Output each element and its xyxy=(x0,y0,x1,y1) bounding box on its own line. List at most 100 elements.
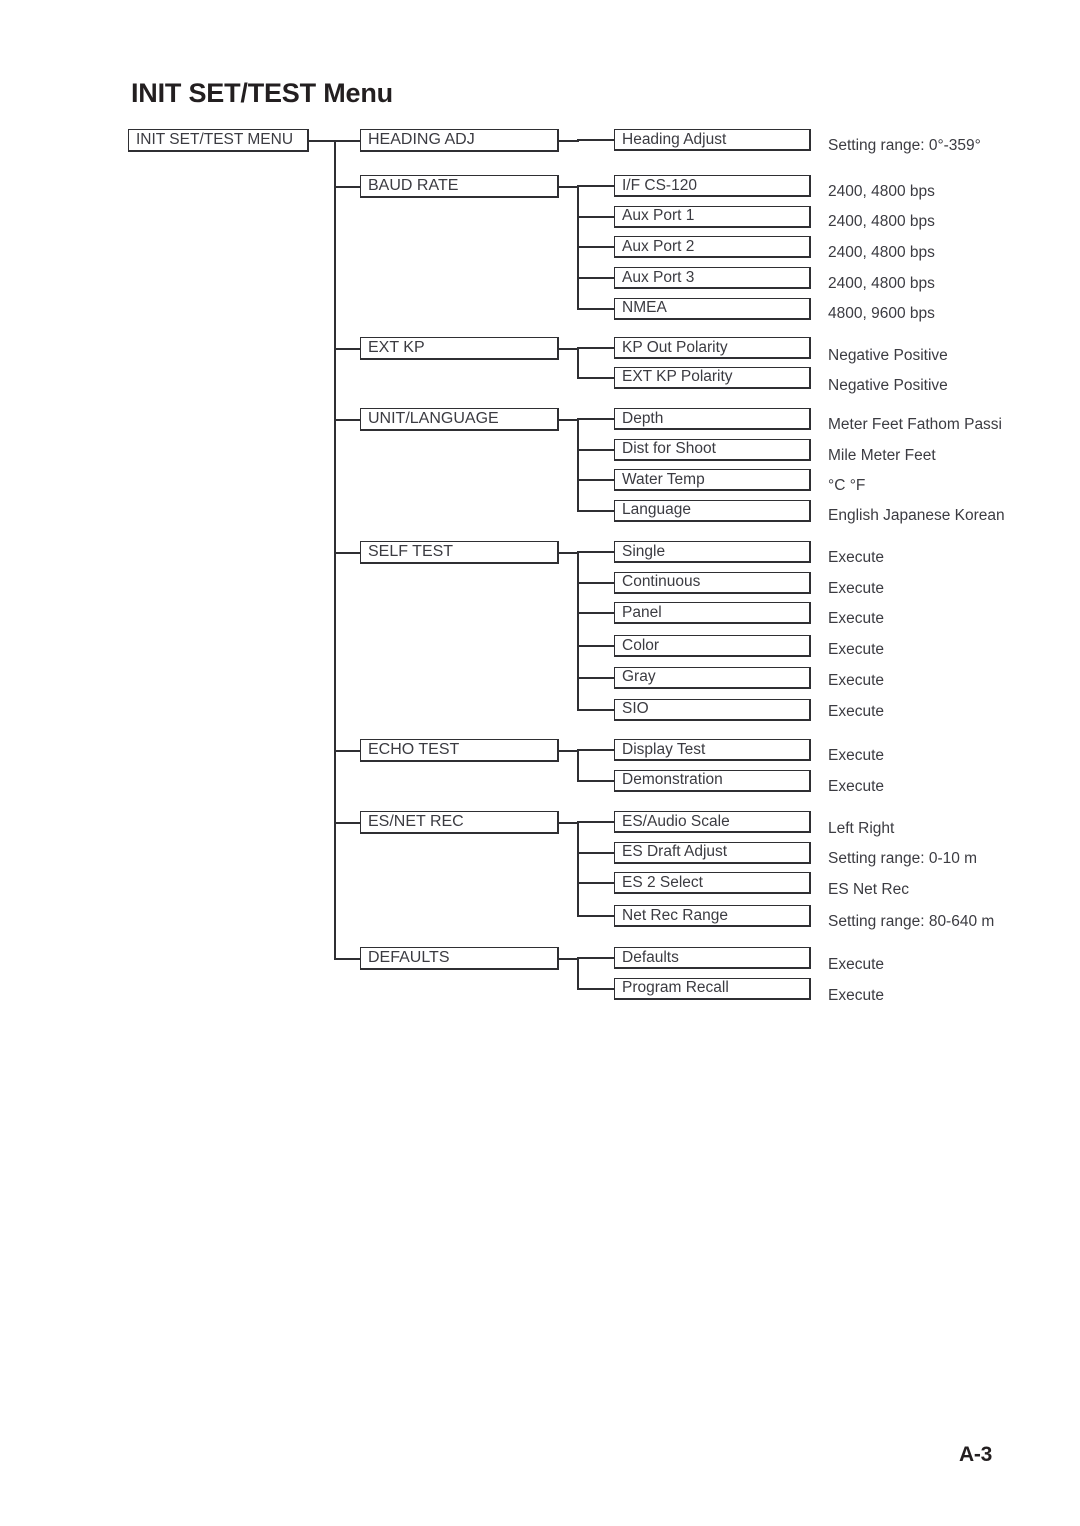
node-label: Program Recall xyxy=(622,979,729,997)
connector-to-water-temp xyxy=(577,479,614,481)
node-label: ECHO TEST xyxy=(368,741,460,758)
node-label: INIT SET/TEST MENU xyxy=(136,131,294,149)
annotation-es-2-select: ES Net Rec xyxy=(828,880,909,898)
connector-trunk-to-heading-adj xyxy=(334,139,360,142)
node-label: NMEA xyxy=(622,299,667,317)
annotation-aux-port-2: 2400, 4800 bps xyxy=(828,243,935,261)
connector-root-stem xyxy=(309,139,336,142)
connector-to-kp-out-polarity xyxy=(577,347,614,349)
node-label: Color xyxy=(622,636,660,654)
node-label: UNIT/LANGUAGE xyxy=(368,410,499,427)
connector-to-es-audio-scale xyxy=(577,821,614,823)
connector-to-program-recall xyxy=(577,987,614,990)
annotation-gray: Execute xyxy=(828,671,885,689)
menu-node-continuous[interactable]: Continuous xyxy=(614,571,811,594)
connector-trunk-to-self-test xyxy=(334,551,360,554)
annotation-sio: Execute xyxy=(828,703,885,720)
node-label: Net Rec Range xyxy=(622,906,728,924)
connector-to-single xyxy=(577,551,614,553)
annotation-ext-kp-polarity: Negative Positive xyxy=(828,376,948,394)
menu-node-ext-kp[interactable]: EXT KP xyxy=(360,337,559,360)
connector-trunk-to-baud-rate xyxy=(334,185,360,188)
menu-node-demonstration[interactable]: Demonstration xyxy=(614,769,811,792)
connector-echo-test-spine xyxy=(577,749,579,782)
menu-node-es-draft-adjust[interactable]: ES Draft Adjust xyxy=(614,841,811,864)
node-label: HEADING ADJ xyxy=(368,131,475,148)
menu-node-depth[interactable]: Depth xyxy=(614,408,811,430)
menu-node-self-test[interactable]: SELF TEST xyxy=(360,541,559,564)
annotation-dist-for-shoot: Mile Meter Feet xyxy=(828,446,936,464)
menu-node-i-f-cs-120[interactable]: I/F CS-120 xyxy=(614,175,811,197)
connector-self-test-stem xyxy=(559,551,579,554)
annotation-aux-port-1: 2400, 4800 bps xyxy=(828,213,935,230)
node-label: EXT KP Polarity xyxy=(622,368,733,386)
connector-to-depth xyxy=(577,418,614,420)
annotation-display-test: Execute xyxy=(828,747,885,764)
menu-node-dist-for-shoot[interactable]: Dist for Shoot xyxy=(614,438,811,461)
menu-node-nmea[interactable]: NMEA xyxy=(614,297,811,320)
node-label: SELF TEST xyxy=(368,543,454,560)
menu-node-gray[interactable]: Gray xyxy=(614,666,811,689)
annotation-net-rec-range: Setting range: 80-640 m xyxy=(828,913,995,930)
menu-node-color[interactable]: Color xyxy=(614,635,811,657)
menu-node-aux-port-1[interactable]: Aux Port 1 xyxy=(614,205,811,228)
connector-to-dist-for-shoot xyxy=(577,448,614,451)
connector-to-gray xyxy=(577,676,614,679)
menu-node-aux-port-2[interactable]: Aux Port 2 xyxy=(614,236,811,258)
connector-defaults-spine xyxy=(577,957,579,990)
annotation-continuous: Execute xyxy=(828,579,885,597)
connector-to-continuous xyxy=(577,581,614,584)
menu-node-water-temp[interactable]: Water Temp xyxy=(614,469,811,491)
connector-to-i-f-cs-120 xyxy=(577,185,614,187)
node-label: Aux Port 3 xyxy=(622,268,695,286)
menu-node-defaults[interactable]: DEFAULTS xyxy=(360,947,559,970)
node-label: I/F CS-120 xyxy=(622,176,697,194)
menu-node-es-net-rec[interactable]: ES/NET REC xyxy=(360,811,559,834)
annotation-single: Execute xyxy=(828,549,885,566)
connector-to-aux-port-3 xyxy=(577,277,614,279)
connector-to-nmea xyxy=(577,307,614,310)
node-label: Dist for Shoot xyxy=(622,440,716,458)
menu-node-unit-language[interactable]: UNIT/LANGUAGE xyxy=(360,408,559,431)
menu-node-display-test[interactable]: Display Test xyxy=(614,739,811,761)
node-label: ES Draft Adjust xyxy=(622,843,728,861)
connector-echo-test-stem xyxy=(559,749,579,752)
connector-trunk-to-ext-kp xyxy=(334,347,360,350)
connector-to-sio xyxy=(577,708,614,711)
annotation-es-audio-scale: Left Right xyxy=(828,820,895,837)
menu-node-baud-rate[interactable]: BAUD RATE xyxy=(360,175,559,198)
annotation-i-f-cs-120: 2400, 4800 bps xyxy=(828,183,935,200)
menu-node-defaults[interactable]: Defaults xyxy=(614,947,811,969)
menu-node-aux-port-3[interactable]: Aux Port 3 xyxy=(614,267,811,289)
node-label: Heading Adjust xyxy=(622,130,727,148)
node-label: BAUD RATE xyxy=(368,177,459,194)
connector-to-heading-adjust xyxy=(577,139,614,141)
node-label: DEFAULTS xyxy=(368,949,450,966)
node-label: Gray xyxy=(622,668,656,686)
connector-trunk xyxy=(334,139,336,960)
menu-node-echo-test[interactable]: ECHO TEST xyxy=(360,739,559,762)
connector-unit-language-spine xyxy=(577,418,579,512)
menu-node-kp-out-polarity[interactable]: KP Out Polarity xyxy=(614,337,811,359)
annotation-nmea: 4800, 9600 bps xyxy=(828,305,935,322)
node-label: Demonstration xyxy=(622,771,723,789)
menu-node-sio[interactable]: SIO xyxy=(614,698,811,721)
node-label: ES/NET REC xyxy=(368,813,464,830)
menu-node-ext-kp-polarity[interactable]: EXT KP Polarity xyxy=(614,366,811,389)
menu-node-es-2-select[interactable]: ES 2 Select xyxy=(614,872,811,894)
menu-node-language[interactable]: Language xyxy=(614,499,811,522)
menu-node-net-rec-range[interactable]: Net Rec Range xyxy=(614,905,811,927)
menu-node-heading-adj[interactable]: HEADING ADJ xyxy=(360,129,559,152)
connector-to-ext-kp-polarity xyxy=(577,376,614,379)
node-label: Water Temp xyxy=(622,470,705,488)
menu-node-root[interactable]: INIT SET/TEST MENU xyxy=(128,129,309,152)
connector-heading-adj-stem xyxy=(559,139,579,142)
menu-node-panel[interactable]: Panel xyxy=(614,602,811,624)
node-label: Depth xyxy=(622,409,664,427)
menu-node-single[interactable]: Single xyxy=(614,541,811,563)
menu-node-es-audio-scale[interactable]: ES/Audio Scale xyxy=(614,811,811,833)
menu-node-program-recall[interactable]: Program Recall xyxy=(614,977,811,1000)
annotation-depth: Meter Feet Fathom Passi xyxy=(828,416,1003,433)
annotation-heading-adjust: Setting range: 0°-359° xyxy=(828,137,981,154)
menu-node-heading-adjust[interactable]: Heading Adjust xyxy=(614,129,811,151)
